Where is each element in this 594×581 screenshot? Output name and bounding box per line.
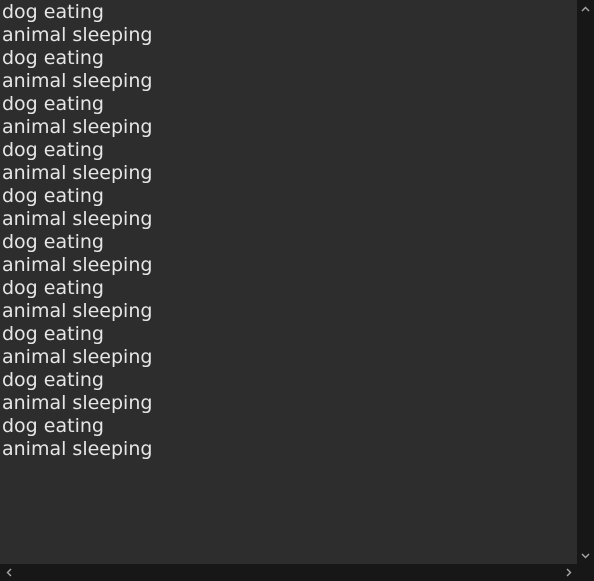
output-line: animal sleeping — [2, 24, 153, 46]
horizontal-scrollbar[interactable] — [0, 564, 577, 581]
chevron-right-icon — [566, 568, 571, 577]
chevron-up-icon — [581, 6, 590, 11]
output-line: dog eating — [2, 139, 104, 161]
chevron-left-icon — [6, 568, 11, 577]
output-line: animal sleeping — [2, 438, 153, 460]
chevron-down-icon — [581, 553, 590, 558]
output-line: dog eating — [2, 231, 104, 253]
output-line: dog eating — [2, 415, 104, 437]
scroll-left-button[interactable] — [0, 564, 17, 581]
output-line: dog eating — [2, 277, 104, 299]
scroll-right-button[interactable] — [560, 564, 577, 581]
output-line: dog eating — [2, 185, 104, 207]
output-line: animal sleeping — [2, 392, 153, 414]
output-line: animal sleeping — [2, 162, 153, 184]
output-line: animal sleeping — [2, 254, 153, 276]
output-line: dog eating — [2, 93, 104, 115]
scroll-up-button[interactable] — [577, 0, 594, 17]
vertical-scrollbar[interactable] — [577, 0, 594, 564]
output-line: animal sleeping — [2, 116, 153, 138]
output-text-area[interactable]: dog eating animal sleeping dog eating an… — [0, 0, 577, 564]
output-line: animal sleeping — [2, 300, 153, 322]
output-line: animal sleeping — [2, 208, 153, 230]
scroll-down-button[interactable] — [577, 547, 594, 564]
output-line: dog eating — [2, 1, 104, 23]
output-line: animal sleeping — [2, 70, 153, 92]
output-line: dog eating — [2, 369, 104, 391]
output-line: dog eating — [2, 323, 104, 345]
output-line: dog eating — [2, 47, 104, 69]
output-line: animal sleeping — [2, 346, 153, 368]
scrollbar-corner — [577, 564, 594, 581]
